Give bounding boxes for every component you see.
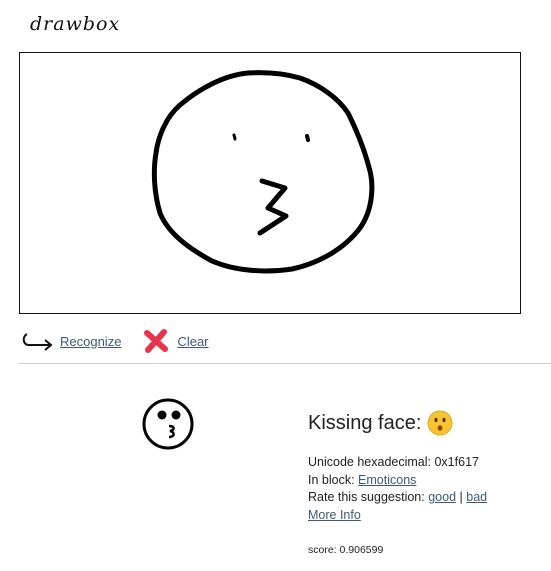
unicode-row: Unicode hexadecimal: 0x1f617 [308,454,548,472]
toolbar: Recognize Clear [22,328,209,354]
block-row: In block: Emoticons [308,472,548,490]
more-info-link[interactable]: More Info [308,508,361,522]
block-label: In block: [308,472,355,487]
rate-label: Rate this suggestion: [308,490,425,504]
recognize-action[interactable]: Recognize [22,331,121,351]
block-link[interactable]: Emoticons [358,473,416,487]
drawing-strokes [151,70,375,274]
drawing-canvas[interactable] [19,52,521,314]
hook-arrow-right-icon [22,333,53,351]
more-info-row: More Info [308,507,548,525]
unicode-label: Unicode hexadecimal: [308,455,431,469]
result-details: Unicode hexadecimal: 0x1f617 In block: E… [308,454,548,524]
clear-action[interactable]: Clear [121,328,209,354]
kissing-face-emoji-icon [427,410,453,436]
result-title-text: Kissing face: [308,411,422,434]
kissing-face-outline-icon [142,398,194,450]
rate-separator: | [459,490,463,504]
drawn-right-eye [305,134,310,142]
recognize-link[interactable]: Recognize [60,334,121,349]
score-text: score: 0.906599 [308,544,384,556]
divider [19,363,551,364]
rate-row: Rate this suggestion: good | bad [308,489,548,507]
drawn-face-outline [151,70,375,274]
rate-bad-link[interactable]: bad [466,490,487,504]
clear-link[interactable]: Clear [177,334,208,349]
red-x-icon [144,329,169,353]
app-logo: drawbox [30,13,121,35]
drawn-left-eye [232,133,237,141]
result-panel: Kissing face: Unicode hexadecimal: 0x1f6… [308,408,548,524]
unicode-value: 0x1f617 [434,455,479,469]
rate-good-link[interactable]: good [428,490,456,504]
drawn-kiss-mouth [257,178,289,236]
result-title: Kissing face: [308,408,548,438]
drawbox-page: drawbox Recognize Clear Kissing face: Un… [0,0,551,571]
